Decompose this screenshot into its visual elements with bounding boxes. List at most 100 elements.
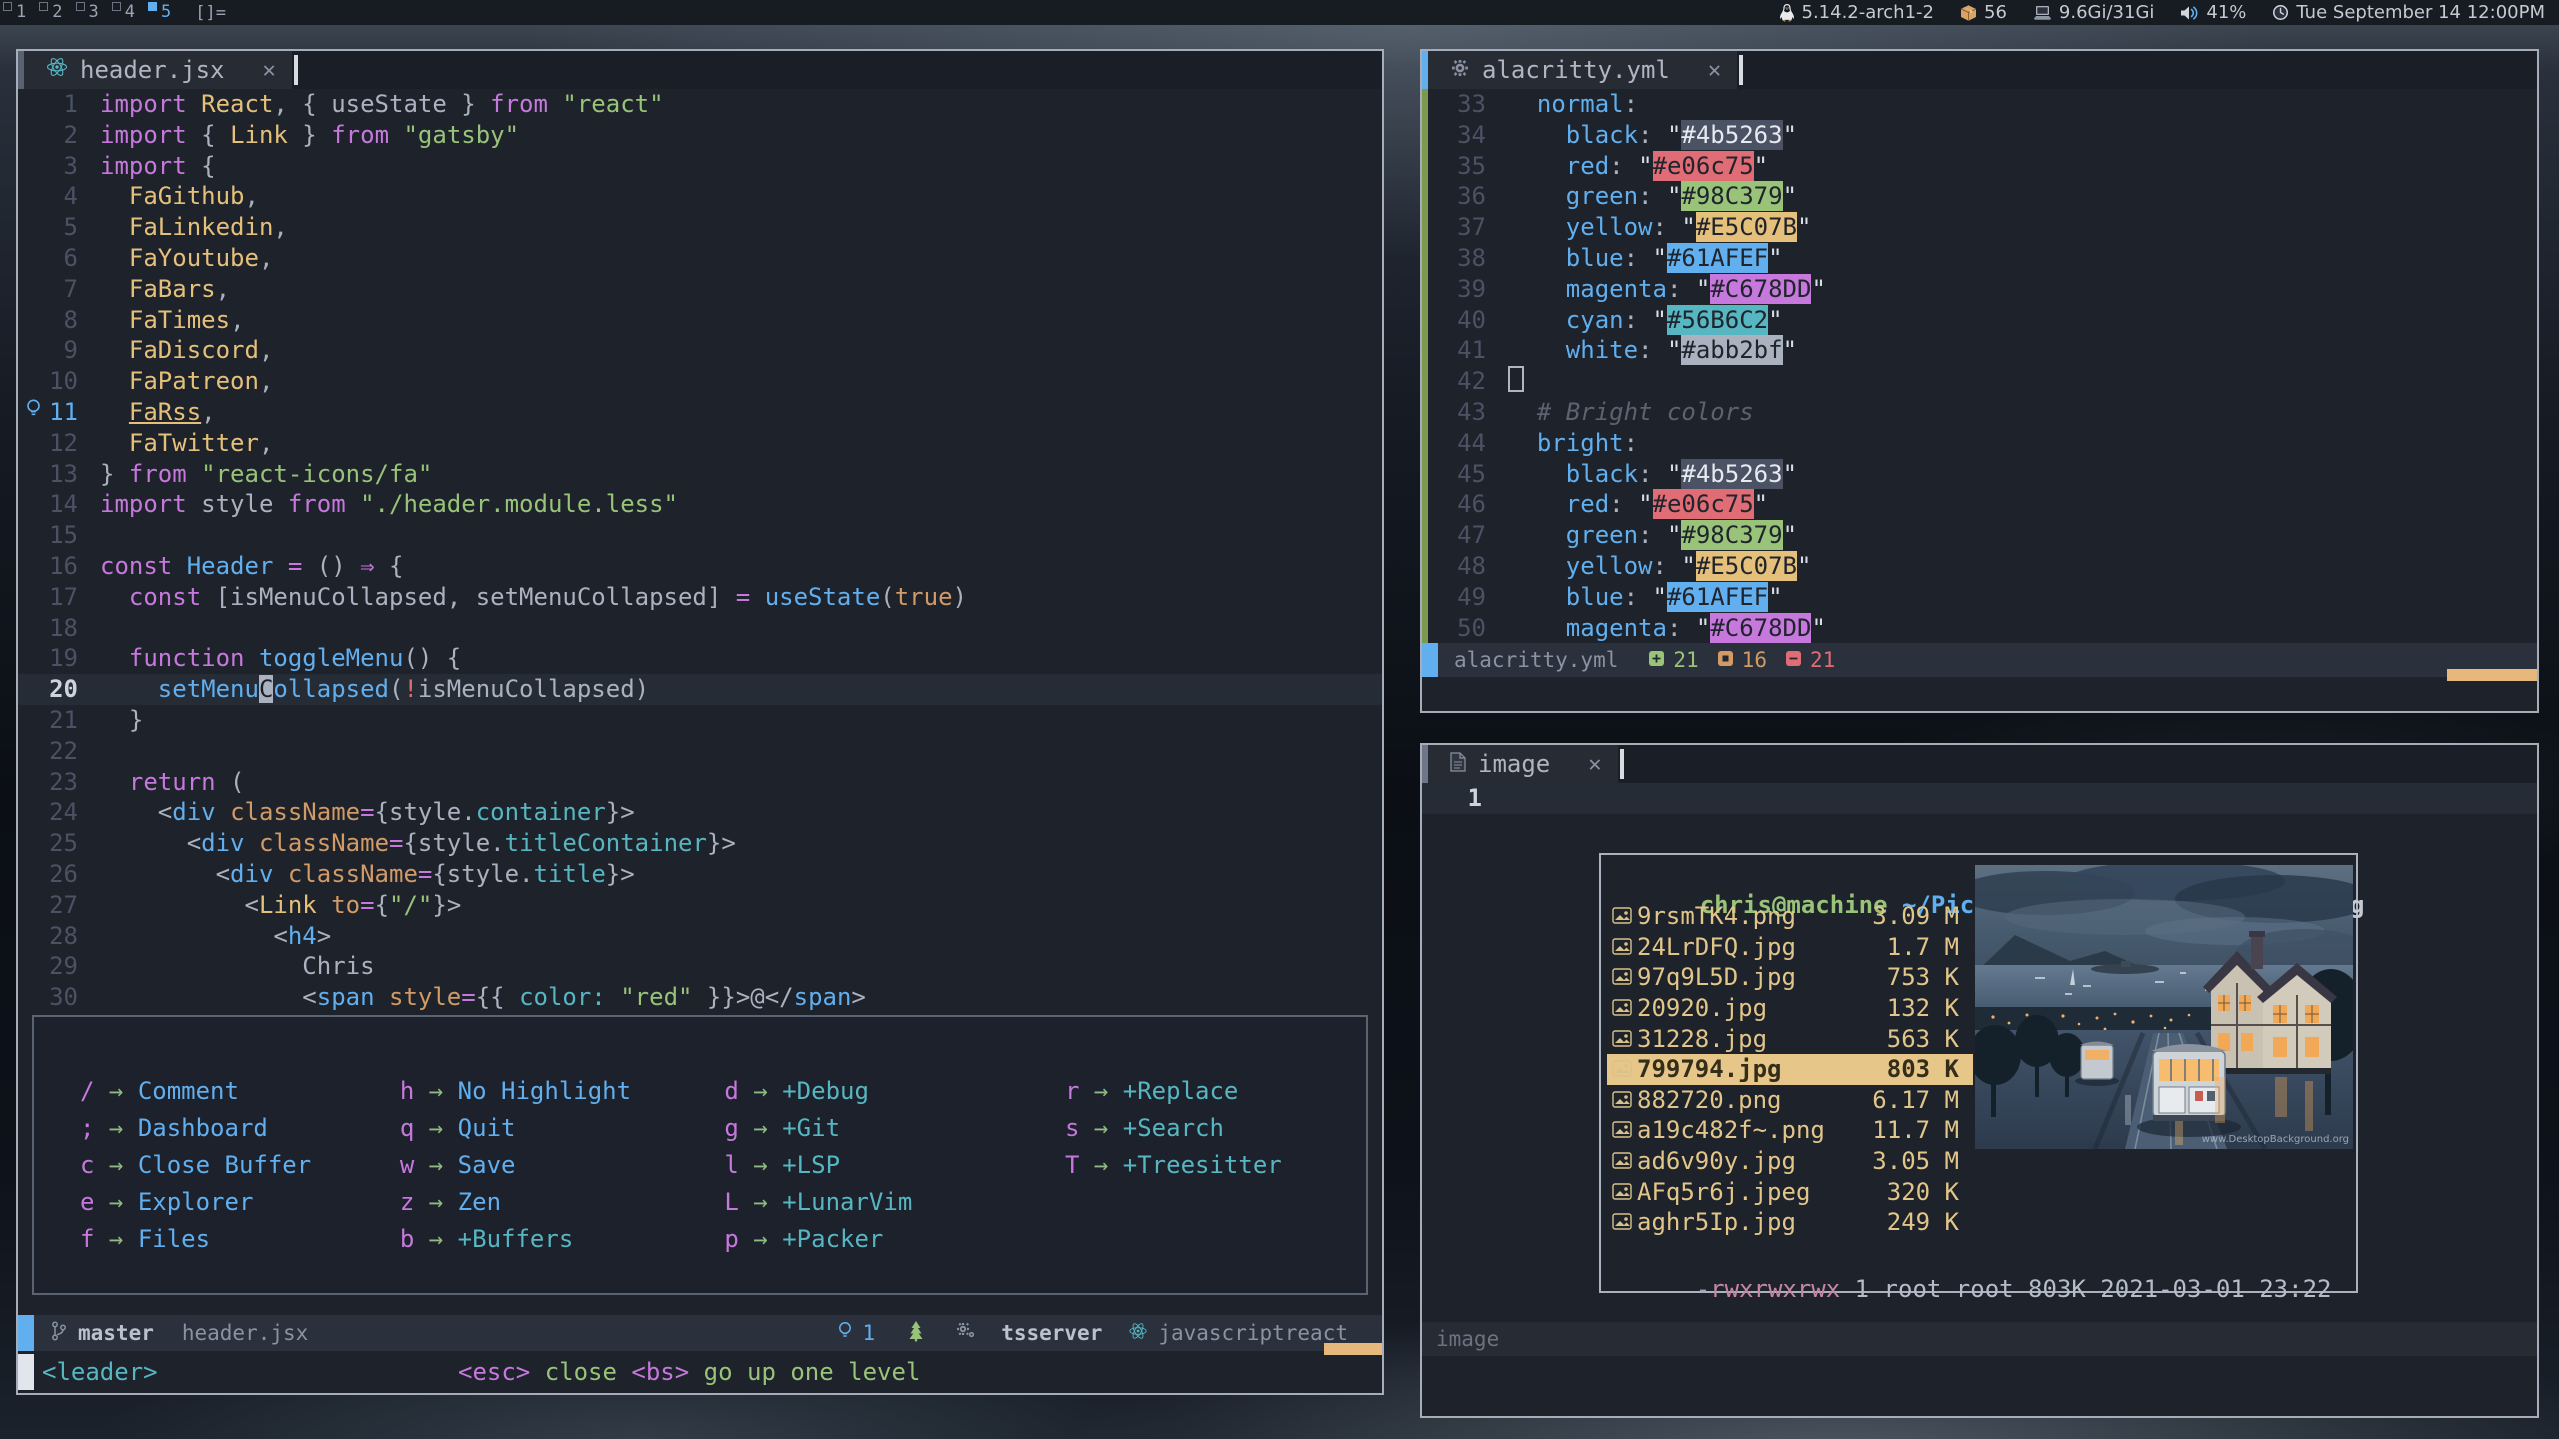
file-row-9rsmTK4.png[interactable]: 9rsmTK4.png3.09 M: [1607, 901, 1973, 932]
whichkey-binding-c[interactable]: c → Close Buffer: [80, 1147, 400, 1184]
header-jsx-line-12[interactable]: 12 FaTwitter,: [18, 428, 1382, 459]
alacritty-yml-line-42[interactable]: 42: [1422, 366, 2537, 397]
alacritty-yml-line-37[interactable]: 37 yellow: "#E5C07B": [1422, 212, 2537, 243]
header-jsx-line-11[interactable]: 11 FaRss,: [18, 397, 1382, 428]
close-icon[interactable]: ✕: [263, 58, 276, 83]
editor-window-header-jsx[interactable]: header.jsx ✕ 1import React, { useState }…: [16, 49, 1384, 1395]
whichkey-binding-z[interactable]: z → Zen: [400, 1184, 725, 1221]
alacritty-yml-line-33[interactable]: 33 normal:: [1422, 89, 2537, 120]
alacritty-yml-line-46[interactable]: 46 red: "#e06c75": [1422, 489, 2537, 520]
header-jsx-line-9[interactable]: 9 FaDiscord,: [18, 335, 1382, 366]
alacritty-yml-line-38[interactable]: 38 blue: "#61AFEF": [1422, 243, 2537, 274]
whichkey-binding-f[interactable]: f → Files: [80, 1221, 400, 1258]
whichkey-binding-p[interactable]: p → +Packer: [724, 1221, 1065, 1258]
file-row-a19c482f~.png[interactable]: a19c482f~.png11.7 M: [1607, 1115, 1973, 1146]
line-number: 29: [48, 951, 100, 982]
code-area[interactable]: 1import React, { useState } from "react"…: [18, 89, 1382, 1013]
workspace-3[interactable]: 3: [73, 0, 109, 25]
header-jsx-line-25[interactable]: 25 <div className={style.titleContainer}…: [18, 828, 1382, 859]
alacritty-yml-line-41[interactable]: 41 white: "#abb2bf": [1422, 335, 2537, 366]
whichkey-binding-w[interactable]: w → Save: [400, 1147, 725, 1184]
whichkey-binding-d[interactable]: d → +Debug: [724, 1073, 1065, 1110]
alacritty-yml-line-48[interactable]: 48 yellow: "#E5C07B": [1422, 551, 2537, 582]
whichkey-column: r → +Replaces → +SearchT → +Treesitter: [1065, 1073, 1366, 1258]
alacritty-yml-line-35[interactable]: 35 red: "#e06c75": [1422, 151, 2537, 182]
header-jsx-line-7[interactable]: 7 FaBars,: [18, 274, 1382, 305]
header-jsx-line-24[interactable]: 24 <div className={style.container}>: [18, 797, 1382, 828]
alacritty-yml-line-45[interactable]: 45 black: "#4b5263": [1422, 459, 2537, 490]
header-jsx-line-19[interactable]: 19 function toggleMenu() {: [18, 643, 1382, 674]
file-row-31228.jpg[interactable]: 31228.jpg563 K: [1607, 1023, 1973, 1054]
workspace-2[interactable]: 2: [36, 0, 72, 25]
header-jsx-line-10[interactable]: 10 FaPatreon,: [18, 366, 1382, 397]
workspace-5[interactable]: 5: [145, 0, 181, 25]
file-row-882720.png[interactable]: 882720.png6.17 M: [1607, 1085, 1973, 1116]
whichkey-binding-L[interactable]: L → +LunarVim: [724, 1184, 1065, 1221]
header-jsx-line-18[interactable]: 18: [18, 613, 1382, 644]
workspace-4[interactable]: 4: [109, 0, 145, 25]
file-row-97q9L5D.jpg[interactable]: 97q9L5D.jpg753 K: [1607, 962, 1973, 993]
file-list[interactable]: 9rsmTK4.png3.09 M24LrDFQ.jpg1.7 M97q9L5D…: [1607, 901, 1973, 1238]
tab-alacritty-yml[interactable]: alacritty.yml ✕: [1428, 51, 1737, 89]
alacritty-yml-line-49[interactable]: 49 blue: "#61AFEF": [1422, 582, 2537, 613]
whichkey-binding-e[interactable]: e → Explorer: [80, 1184, 400, 1221]
file-row-799794.jpg[interactable]: 799794.jpg803 K: [1607, 1054, 1973, 1085]
tab-image[interactable]: image ✕: [1428, 745, 1618, 783]
alacritty-yml-line-36[interactable]: 36 green: "#98C379": [1422, 181, 2537, 212]
close-icon[interactable]: ✕: [1708, 58, 1721, 83]
header-jsx-line-14[interactable]: 14import style from "./header.module.les…: [18, 489, 1382, 520]
header-jsx-line-16[interactable]: 16const Header = () ⇒ {: [18, 551, 1382, 582]
alacritty-yml-line-40[interactable]: 40 cyan: "#56B6C2": [1422, 305, 2537, 336]
header-jsx-line-5[interactable]: 5 FaLinkedin,: [18, 212, 1382, 243]
whichkey-binding-/[interactable]: / → Comment: [80, 1073, 400, 1110]
header-jsx-line-17[interactable]: 17 const [isMenuCollapsed, setMenuCollap…: [18, 582, 1382, 613]
header-jsx-line-27[interactable]: 27 <Link to={"/"}>: [18, 890, 1382, 921]
alacritty-yml-line-34[interactable]: 34 black: "#4b5263": [1422, 120, 2537, 151]
editor-window-image[interactable]: image ✕ 1 chris@machine ~/Pictures/wallp…: [1420, 743, 2539, 1418]
whichkey-binding-g[interactable]: g → +Git: [724, 1110, 1065, 1147]
close-icon[interactable]: ✕: [1588, 752, 1601, 777]
header-jsx-line-28[interactable]: 28 <h4>: [18, 921, 1382, 952]
header-jsx-line-29[interactable]: 29 Chris: [18, 951, 1382, 982]
whichkey-binding-q[interactable]: q → Quit: [400, 1110, 725, 1147]
file-browser-float[interactable]: chris@machine ~/Pictures/wallpapers/7997…: [1599, 853, 2358, 1293]
buffer-line-1[interactable]: 1: [1422, 783, 2537, 814]
editor-window-alacritty-yml[interactable]: alacritty.yml ✕ 33 normal:34 black: "#4b…: [1420, 49, 2539, 713]
header-jsx-line-4[interactable]: 4 FaGithub,: [18, 181, 1382, 212]
whichkey-binding-;[interactable]: ; → Dashboard: [80, 1110, 400, 1147]
alacritty-yml-line-50[interactable]: 50 magenta: "#C678DD": [1422, 613, 2537, 644]
header-jsx-line-8[interactable]: 8 FaTimes,: [18, 305, 1382, 336]
file-row-AFq5r6j.jpeg[interactable]: AFq5r6j.jpeg320 K: [1607, 1176, 1973, 1207]
alacritty-yml-line-47[interactable]: 47 green: "#98C379": [1422, 520, 2537, 551]
header-jsx-line-30[interactable]: 30 <span style={{ color: "red" }}>@</spa…: [18, 982, 1382, 1013]
header-jsx-line-6[interactable]: 6 FaYoutube,: [18, 243, 1382, 274]
alacritty-yml-line-43[interactable]: 43 # Bright colors: [1422, 397, 2537, 428]
workspace-1[interactable]: 1: [0, 0, 36, 25]
header-jsx-line-23[interactable]: 23 return (: [18, 767, 1382, 798]
alacritty-yml-line-44[interactable]: 44 bright:: [1422, 428, 2537, 459]
tab-header-jsx[interactable]: header.jsx ✕: [24, 51, 292, 89]
whichkey-binding-b[interactable]: b → +Buffers: [400, 1221, 725, 1258]
code-area[interactable]: 33 normal:34 black: "#4b5263"35 red: "#e…: [1422, 89, 2537, 643]
header-jsx-line-2[interactable]: 2import { Link } from "gatsby": [18, 120, 1382, 151]
header-jsx-line-13[interactable]: 13} from "react-icons/fa": [18, 459, 1382, 490]
alacritty-yml-line-39[interactable]: 39 magenta: "#C678DD": [1422, 274, 2537, 305]
whichkey-binding-l[interactable]: l → +LSP: [724, 1147, 1065, 1184]
header-jsx-line-22[interactable]: 22: [18, 736, 1382, 767]
file-row-aghr5Ip.jpg[interactable]: aghr5Ip.jpg249 K: [1607, 1207, 1973, 1238]
header-jsx-line-20[interactable]: 20 setMenuCollapsed(!isMenuCollapsed): [18, 674, 1382, 705]
file-row-24LrDFQ.jpg[interactable]: 24LrDFQ.jpg1.7 M: [1607, 932, 1973, 963]
file-row-20920.jpg[interactable]: 20920.jpg132 K: [1607, 993, 1973, 1024]
file-row-ad6v90y.jpg[interactable]: ad6v90y.jpg3.05 M: [1607, 1146, 1973, 1177]
workspace-switcher[interactable]: 12345: [0, 0, 181, 25]
header-jsx-line-3[interactable]: 3import {: [18, 151, 1382, 182]
whichkey-binding-h[interactable]: h → No Highlight: [400, 1073, 725, 1110]
header-jsx-line-21[interactable]: 21 }: [18, 705, 1382, 736]
whichkey-binding-r[interactable]: r → +Replace: [1065, 1073, 1366, 1110]
whichkey-binding-T[interactable]: T → +Treesitter: [1065, 1147, 1366, 1184]
line-number: 44: [1422, 428, 1508, 459]
whichkey-binding-s[interactable]: s → +Search: [1065, 1110, 1366, 1147]
header-jsx-line-15[interactable]: 15: [18, 520, 1382, 551]
header-jsx-line-1[interactable]: 1import React, { useState } from "react": [18, 89, 1382, 120]
header-jsx-line-26[interactable]: 26 <div className={style.title}>: [18, 859, 1382, 890]
